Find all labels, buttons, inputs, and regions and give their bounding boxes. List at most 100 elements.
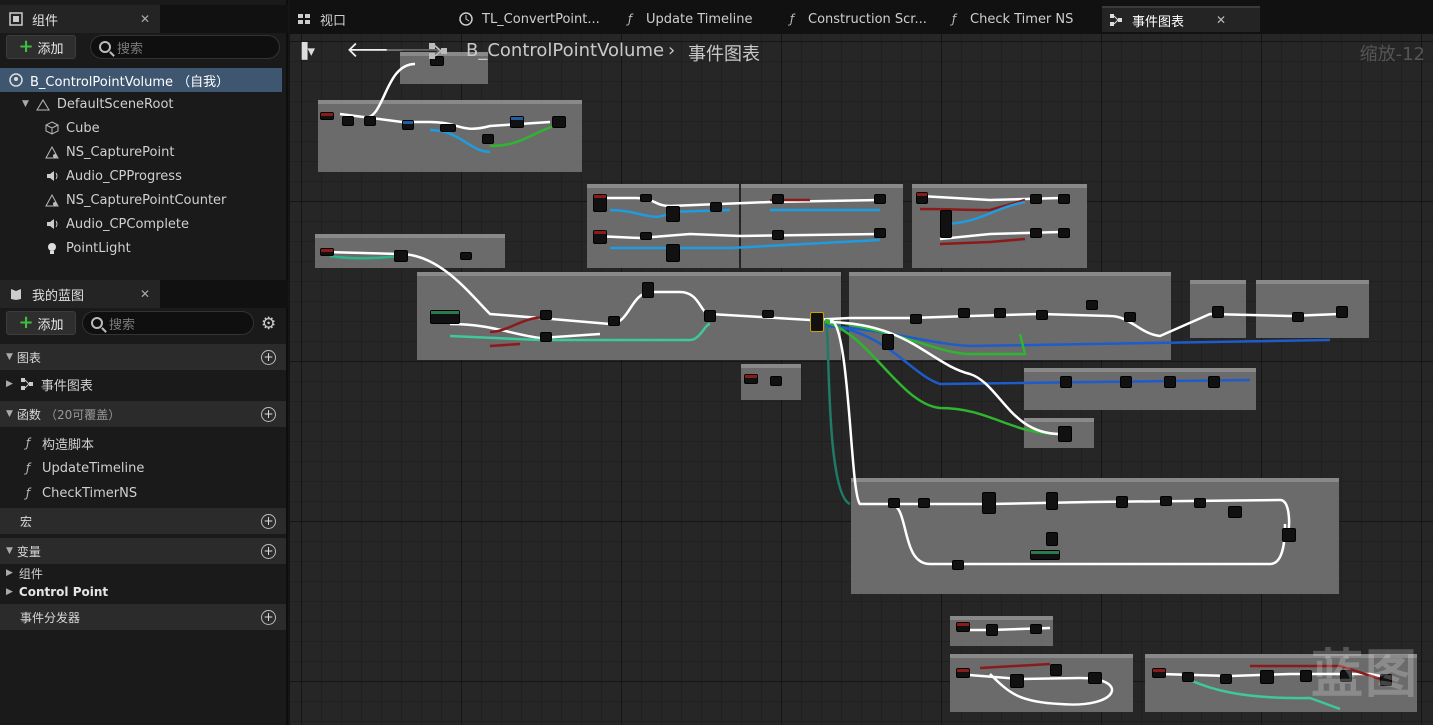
event-node[interactable] xyxy=(956,622,970,632)
collapse-arrow-icon[interactable]: ▼ xyxy=(6,352,13,362)
section-macros[interactable]: 宏 + xyxy=(0,508,286,534)
function-node[interactable] xyxy=(772,230,784,240)
add-component-button[interactable]: + 添加 xyxy=(6,35,76,59)
function-node[interactable] xyxy=(704,310,716,322)
collapse-arrow-icon[interactable]: ▼ xyxy=(6,409,13,419)
function-node[interactable] xyxy=(608,316,620,326)
function-node[interactable] xyxy=(1060,376,1072,388)
gear-icon[interactable]: ⚙ xyxy=(261,314,276,334)
add-function-icon[interactable]: + xyxy=(261,406,276,422)
function-node[interactable] xyxy=(552,116,566,128)
function-node[interactable] xyxy=(1282,528,1296,542)
function-node[interactable] xyxy=(640,232,652,240)
function-node[interactable] xyxy=(1050,664,1062,676)
components-search-input[interactable]: 搜索 xyxy=(90,35,280,59)
event-node[interactable] xyxy=(956,668,970,678)
function-node[interactable] xyxy=(1160,496,1172,506)
tree-item-audio-cpcomplete[interactable]: Audio_CPComplete xyxy=(0,212,282,236)
section-variables[interactable]: ▼ 变量 + xyxy=(0,538,286,564)
tree-item-pointlight[interactable]: PointLight xyxy=(0,236,282,260)
function-item[interactable]: ƒ CheckTimerNS xyxy=(0,481,286,505)
event-node[interactable] xyxy=(320,248,334,256)
function-node[interactable] xyxy=(710,202,722,212)
graph-item-eventgraph[interactable]: ▶ 事件图表 xyxy=(0,372,286,396)
expand-arrow-icon[interactable]: ▼ xyxy=(22,99,29,109)
function-item[interactable]: ƒ UpdateTimeline xyxy=(0,456,286,480)
function-node[interactable] xyxy=(918,498,930,508)
function-node[interactable] xyxy=(888,498,900,508)
function-node[interactable] xyxy=(1058,194,1070,204)
function-node[interactable] xyxy=(430,310,460,324)
function-node[interactable] xyxy=(1120,376,1132,388)
variable-group[interactable]: ▶ 组件 xyxy=(0,563,286,583)
function-node[interactable] xyxy=(1046,492,1058,510)
event-node[interactable] xyxy=(320,112,334,120)
function-node[interactable] xyxy=(364,116,376,126)
event-node[interactable] xyxy=(916,192,928,204)
tree-item-audio-cpprogress[interactable]: Audio_CPProgress xyxy=(0,164,282,188)
function-node[interactable] xyxy=(1292,312,1304,322)
function-node[interactable] xyxy=(986,624,998,636)
function-node[interactable] xyxy=(770,376,782,386)
tab-event-graph[interactable]: 事件图表 ✕ xyxy=(1102,6,1260,32)
function-node[interactable] xyxy=(402,120,414,130)
function-node[interactable] xyxy=(640,194,652,202)
tree-item-ns-capturepoint[interactable]: NS_CapturePoint xyxy=(0,140,282,164)
function-node[interactable] xyxy=(762,310,774,318)
function-node[interactable] xyxy=(1194,498,1206,508)
function-node[interactable] xyxy=(540,332,552,342)
function-node[interactable] xyxy=(1030,624,1042,634)
add-member-button[interactable]: + 添加 xyxy=(6,311,76,335)
tab-check-timer-ns[interactable]: ƒ Check Timer NS xyxy=(940,6,1090,32)
section-functions[interactable]: ▼ 函数 （20可覆盖） + xyxy=(0,401,286,427)
function-node[interactable] xyxy=(460,252,472,260)
function-item[interactable]: ƒ 构造脚本 xyxy=(0,431,286,455)
function-node[interactable] xyxy=(1058,426,1072,442)
function-node[interactable] xyxy=(1010,674,1024,688)
function-node[interactable] xyxy=(940,210,952,238)
function-node[interactable] xyxy=(440,124,456,132)
tab-timeline[interactable]: TL_ConvertPoint... xyxy=(452,6,602,32)
function-node[interactable] xyxy=(1088,672,1102,684)
tab-construction-script[interactable]: ƒ Construction Scr... xyxy=(778,6,928,32)
function-node[interactable] xyxy=(1036,310,1048,320)
components-tab[interactable]: 组件 ✕ xyxy=(0,5,160,33)
function-node[interactable] xyxy=(874,194,886,204)
function-node[interactable] xyxy=(1046,532,1058,546)
section-event-dispatchers[interactable]: 事件分发器 + xyxy=(0,604,286,630)
function-node[interactable] xyxy=(772,194,784,204)
function-node[interactable] xyxy=(1182,672,1194,682)
event-node[interactable] xyxy=(593,194,607,212)
function-node[interactable] xyxy=(882,334,894,350)
tree-item-ns-capturepointcounter[interactable]: NS_CapturePointCounter xyxy=(0,188,282,212)
function-node[interactable] xyxy=(666,206,680,222)
section-graphs[interactable]: ▼ 图表 + xyxy=(0,344,286,370)
function-node[interactable] xyxy=(1228,506,1242,518)
variable-group[interactable]: ▶ Control Point xyxy=(0,582,286,602)
add-dispatcher-icon[interactable]: + xyxy=(261,609,276,625)
tab-update-timeline[interactable]: ƒ Update Timeline xyxy=(616,6,766,32)
function-node[interactable] xyxy=(1212,306,1224,318)
function-node[interactable] xyxy=(394,250,408,262)
function-node[interactable] xyxy=(952,560,964,570)
function-node[interactable] xyxy=(482,134,494,144)
function-node[interactable] xyxy=(910,314,922,324)
tab-viewport[interactable]: 视口 xyxy=(290,6,440,32)
add-macro-icon[interactable]: + xyxy=(261,513,276,529)
bookmark-icon[interactable]: ▐▾ xyxy=(296,42,315,60)
tree-item-self[interactable]: B_ControlPointVolume （自我） xyxy=(0,68,282,92)
function-node[interactable] xyxy=(540,310,552,320)
function-node[interactable] xyxy=(510,116,524,128)
function-node[interactable] xyxy=(1124,312,1136,322)
add-graph-icon[interactable]: + xyxy=(261,349,276,365)
collapse-arrow-icon[interactable]: ▼ xyxy=(6,546,13,556)
function-node[interactable] xyxy=(1116,496,1128,508)
function-node[interactable] xyxy=(666,244,680,262)
breadcrumb-graph[interactable]: 事件图表 xyxy=(688,40,760,66)
function-node[interactable] xyxy=(1220,674,1232,684)
expand-arrow-icon[interactable]: ▶ xyxy=(6,587,13,597)
function-node[interactable] xyxy=(994,308,1006,318)
function-node[interactable] xyxy=(1260,670,1274,684)
event-node[interactable] xyxy=(744,374,758,384)
function-node[interactable] xyxy=(958,308,970,318)
